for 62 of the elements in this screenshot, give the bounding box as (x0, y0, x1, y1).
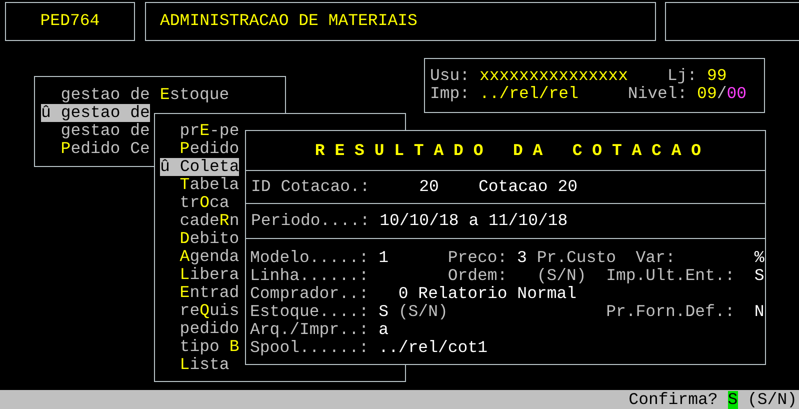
field-label: Var: (636, 249, 676, 267)
menu-item[interactable]: reQuis (160, 302, 240, 320)
menu-item[interactable]: Lista (160, 356, 230, 374)
field-value: ../rel/cot1 (378, 339, 488, 357)
field-value: % (754, 249, 764, 267)
field-label: ID Cotacao.: (251, 178, 370, 196)
menu-item[interactable]: Debito (160, 230, 240, 248)
menu-item[interactable]: trOca (160, 194, 230, 212)
confirm-prompt: Confirma? (628, 390, 718, 408)
field-value: S (754, 267, 764, 285)
field-label: Pr.Forn.Def.: (606, 303, 735, 321)
field-value: S (378, 303, 388, 321)
field-value: ../rel/rel (479, 85, 578, 103)
field-value: xxxxxxxxxxxxxxx (479, 67, 628, 85)
field-label: (S/N) (536, 267, 586, 285)
answer-field[interactable]: S (728, 390, 738, 408)
field-label: Spool......: (250, 339, 369, 357)
field-value: 99 (706, 67, 727, 85)
menu-item[interactable]: û Coleta (160, 158, 240, 176)
field-label: Imp: (430, 85, 470, 103)
menu-item[interactable]: prE-pe (160, 122, 240, 140)
field-label: Linha......: (250, 267, 369, 285)
field-label: Estoque....: (250, 303, 369, 321)
field-label: Periodo....: (251, 212, 370, 230)
field-value: 10/10/18 a 11/10/18 (380, 212, 568, 230)
screen-title: ADMINISTRACAO DE MATERIAIS (160, 12, 418, 30)
field-label: Arq./Impr..: (250, 321, 369, 339)
menu-item[interactable]: pedido (160, 320, 240, 338)
dialog-title: R E S U L T A D O D A C O T A C A O (314, 142, 702, 160)
field-value: Cotacao 20 (478, 178, 578, 196)
field-label: Nivel: (628, 85, 688, 103)
field-value: 1 (378, 249, 388, 267)
field-value: 0 Relatorio Normal (398, 285, 576, 303)
field-label: Modelo.....: (250, 249, 369, 267)
menu-item[interactable]: Tabela (160, 176, 240, 194)
field-label: / (716, 85, 727, 103)
menu-item[interactable]: Agenda (160, 248, 240, 266)
field-label: Usu: (430, 67, 470, 85)
menu-item[interactable]: tipo B (160, 338, 240, 356)
menu-item[interactable]: Pedido Ce (41, 140, 150, 158)
field-label: Imp.Ult.Ent.: (606, 267, 735, 285)
field-value: N (754, 303, 764, 321)
field-label: Preco: (448, 249, 508, 267)
menu-item[interactable]: Libera (160, 266, 240, 284)
field-label: Lj: (667, 67, 698, 85)
field-label: (S/N) (398, 303, 448, 321)
menu-item[interactable]: û gestao de (41, 104, 150, 122)
answer-options: (S/N) (747, 390, 797, 408)
field-label: Pr.Custo (536, 249, 616, 267)
field-value: 20 (419, 178, 439, 196)
menu-item[interactable]: gestao de (41, 122, 150, 140)
field-label: Comprador..: (250, 285, 369, 303)
menu-item[interactable]: gestao de Estoque (41, 86, 230, 104)
menu-item[interactable]: Entrad (160, 284, 240, 302)
field-value: 3 (517, 249, 527, 267)
program-code: PED764 (40, 12, 100, 30)
menu-item[interactable]: cadeRn (160, 212, 240, 230)
field-value: 00 (726, 85, 746, 103)
field-label: Ordem: (448, 267, 508, 285)
field-value: a (378, 321, 388, 339)
field-value: 09 (697, 85, 717, 103)
menu-item[interactable]: Pedido (160, 140, 240, 158)
